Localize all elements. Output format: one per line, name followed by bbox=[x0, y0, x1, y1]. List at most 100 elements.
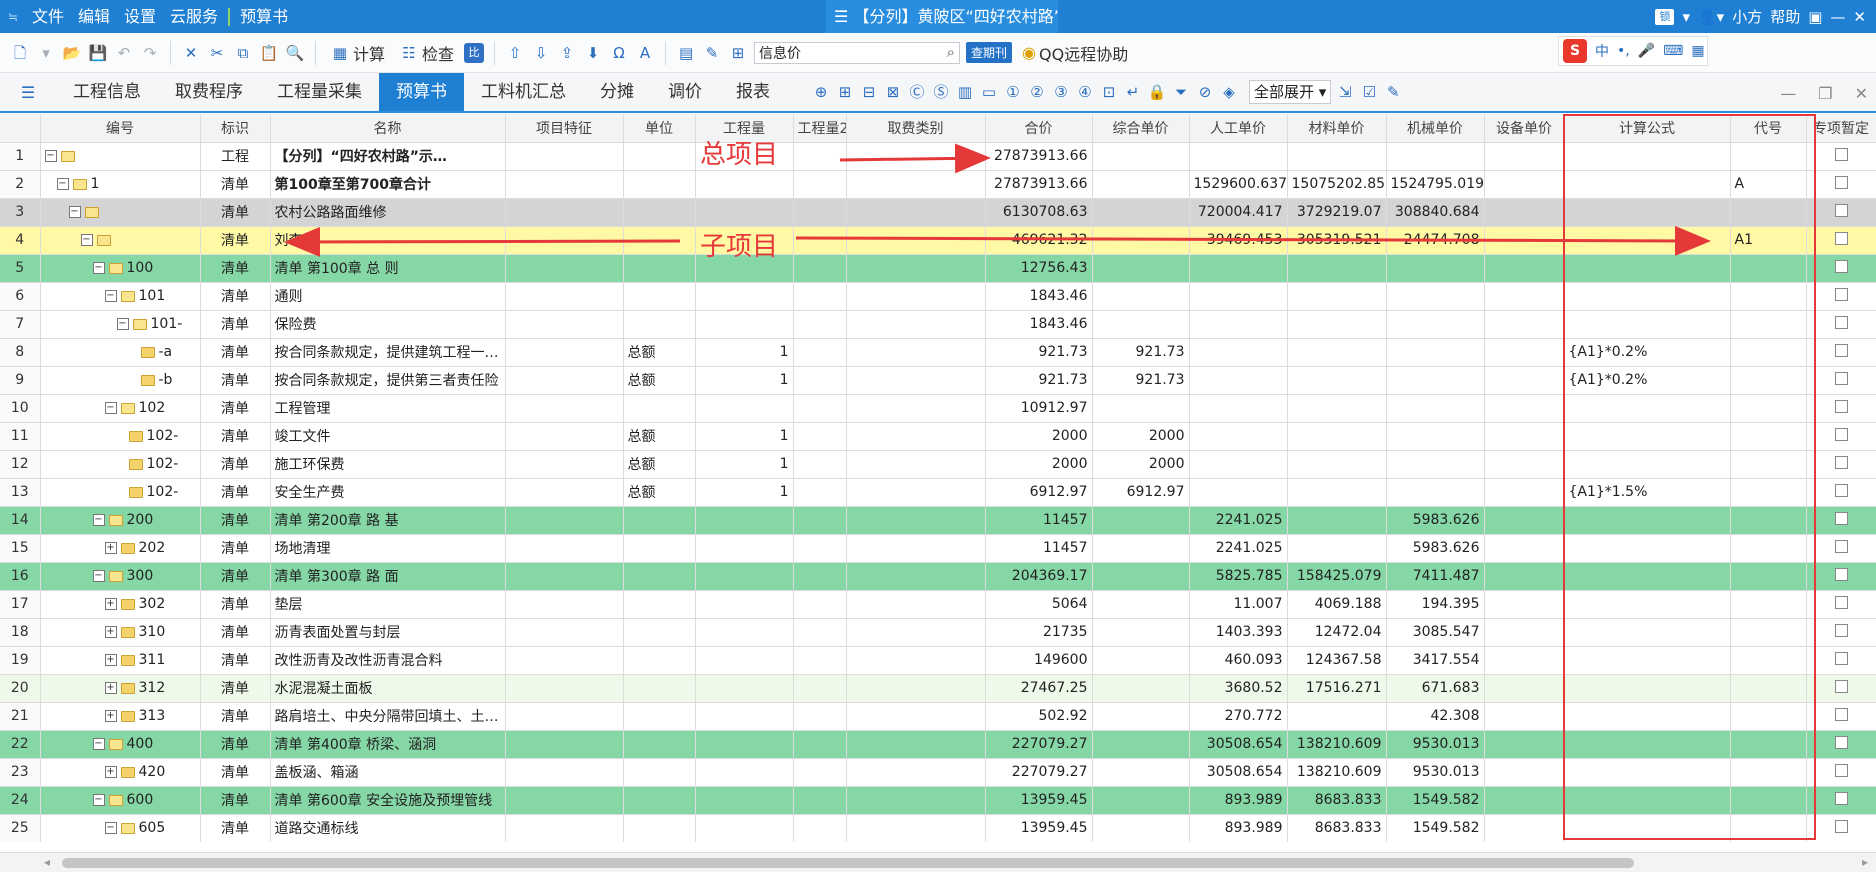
cell-material[interactable]: 4069.188 bbox=[1287, 590, 1387, 619]
cell-name[interactable]: 第100章至第700章合计 bbox=[270, 170, 506, 199]
column-header-alias[interactable]: 代号 bbox=[1730, 114, 1807, 143]
cell-feature[interactable] bbox=[505, 254, 624, 283]
cell-machine[interactable] bbox=[1386, 422, 1485, 451]
cell-alias[interactable] bbox=[1730, 282, 1807, 311]
lock-icon[interactable]: 🔒 bbox=[1147, 82, 1167, 102]
cell-flag[interactable]: 清单 bbox=[200, 198, 271, 227]
cell-special[interactable] bbox=[1806, 646, 1876, 675]
cell-code[interactable]: −1 bbox=[40, 170, 201, 199]
cell-qty[interactable] bbox=[695, 282, 794, 311]
tab-fee-procedure[interactable]: 取费程序 bbox=[158, 73, 260, 111]
cell-qty2[interactable] bbox=[793, 450, 847, 479]
cell-fee[interactable] bbox=[846, 310, 986, 339]
cell-qty[interactable] bbox=[695, 590, 794, 619]
cell-unit-price[interactable]: 921.73 bbox=[1092, 366, 1190, 395]
cell-name[interactable]: 竣工文件 bbox=[270, 422, 506, 451]
tab-price-adjust[interactable]: 调价 bbox=[651, 73, 719, 111]
cell-flag[interactable]: 清单 bbox=[200, 618, 271, 647]
cell-material[interactable] bbox=[1287, 450, 1387, 479]
cell-labor[interactable] bbox=[1189, 338, 1288, 367]
cell-total[interactable]: 12756.43 bbox=[985, 254, 1093, 283]
table-row[interactable]: 2−1 清单 第100章至第700章合计 27873913.66 1529600.637… bbox=[0, 170, 1876, 199]
cell-qty2[interactable] bbox=[793, 562, 847, 591]
cell-equip[interactable] bbox=[1484, 730, 1565, 759]
cell-feature[interactable] bbox=[505, 422, 624, 451]
cell-qty[interactable]: 1 bbox=[695, 478, 794, 507]
cell-material[interactable]: 138210.609 bbox=[1287, 758, 1387, 787]
cell-labor[interactable]: 720004.417 bbox=[1189, 198, 1288, 227]
cell-name[interactable]: 保险费 bbox=[270, 310, 506, 339]
search-icon[interactable]: ⌕ bbox=[947, 43, 955, 61]
punctuation-icon[interactable]: •, bbox=[1617, 43, 1630, 59]
cell-fee[interactable] bbox=[846, 226, 986, 255]
chevron-down-icon[interactable]: ▾ bbox=[1682, 8, 1690, 26]
cell-special[interactable] bbox=[1806, 618, 1876, 647]
table-row[interactable]: 15 +202 清单 场地清理 11457 2241.025 5983.626 bbox=[0, 534, 1876, 563]
cell-alias[interactable] bbox=[1730, 646, 1807, 675]
expand-icon[interactable]: + bbox=[104, 598, 117, 610]
cell-labor[interactable] bbox=[1189, 394, 1288, 423]
cell-machine[interactable] bbox=[1386, 394, 1485, 423]
cell-name[interactable]: 按合同条款规定，提供建筑工程一… bbox=[270, 338, 506, 367]
column-header-flag[interactable]: 标识 bbox=[200, 114, 271, 143]
row-number[interactable]: 20 bbox=[0, 674, 41, 703]
grid-icon[interactable]: ⊞ bbox=[728, 43, 748, 63]
table-row[interactable]: 21 +313 清单 路肩培土、中央分隔带回填土、土… 502.92 270.772 42.… bbox=[0, 702, 1876, 731]
scrollbar-thumb[interactable] bbox=[62, 858, 1634, 868]
column-header-feature[interactable]: 项目特征 bbox=[505, 114, 624, 143]
cell-feature[interactable] bbox=[505, 786, 624, 815]
cell-qty[interactable] bbox=[695, 786, 794, 815]
cell-unit[interactable] bbox=[623, 730, 696, 759]
special-checkbox[interactable] bbox=[1834, 791, 1848, 805]
cell-machine[interactable]: 9530.013 bbox=[1386, 758, 1485, 787]
cell-special[interactable] bbox=[1806, 758, 1876, 787]
row-number[interactable]: 25 bbox=[0, 814, 41, 842]
cell-equip[interactable] bbox=[1484, 170, 1565, 199]
cell-fee[interactable] bbox=[846, 478, 986, 507]
cell-unit-price[interactable] bbox=[1092, 730, 1190, 759]
font-icon[interactable]: A bbox=[635, 43, 655, 63]
cell-alias[interactable] bbox=[1730, 198, 1807, 227]
cell-fee[interactable] bbox=[846, 618, 986, 647]
cell-alias[interactable] bbox=[1730, 450, 1807, 479]
row-number[interactable]: 14 bbox=[0, 506, 41, 535]
cell-machine[interactable] bbox=[1386, 478, 1485, 507]
row-number[interactable]: 5 bbox=[0, 254, 41, 283]
account-chip[interactable]: 锁 bbox=[1655, 8, 1675, 25]
cell-feature[interactable] bbox=[505, 142, 624, 171]
collapse-icon[interactable]: − bbox=[116, 318, 129, 330]
cell-special[interactable] bbox=[1806, 786, 1876, 815]
cell-name[interactable]: 清单 第200章 路 基 bbox=[270, 506, 506, 535]
user-icon[interactable]: 👤▾ bbox=[1698, 8, 1724, 26]
cell-equip[interactable] bbox=[1484, 254, 1565, 283]
cell-labor[interactable] bbox=[1189, 366, 1288, 395]
cell-qty2[interactable] bbox=[793, 226, 847, 255]
cell-feature[interactable] bbox=[505, 226, 624, 255]
cell-machine[interactable] bbox=[1386, 282, 1485, 311]
cell-material[interactable] bbox=[1287, 422, 1387, 451]
special-checkbox[interactable] bbox=[1834, 539, 1848, 553]
cell-equip[interactable] bbox=[1484, 394, 1565, 423]
cell-unit-price[interactable] bbox=[1092, 254, 1190, 283]
cell-machine[interactable]: 5983.626 bbox=[1386, 534, 1485, 563]
window-title[interactable]: ☰ 【分列】黄陂区“四好农村路” ▾ bbox=[826, 0, 1058, 33]
define-icon[interactable]: ⊠ bbox=[883, 82, 903, 102]
cell-labor[interactable]: 893.989 bbox=[1189, 786, 1288, 815]
cell-material[interactable] bbox=[1287, 338, 1387, 367]
cell-formula[interactable] bbox=[1564, 450, 1731, 479]
cell-feature[interactable] bbox=[505, 450, 624, 479]
replace-icon[interactable]: ⊟ bbox=[859, 82, 879, 102]
cell-feature[interactable] bbox=[505, 282, 624, 311]
cell-feature[interactable] bbox=[505, 394, 624, 423]
collapse-icon[interactable]: − bbox=[104, 822, 117, 834]
cell-special[interactable] bbox=[1806, 702, 1876, 731]
cell-special[interactable] bbox=[1806, 506, 1876, 535]
cell-special[interactable] bbox=[1806, 450, 1876, 479]
cell-formula[interactable] bbox=[1564, 534, 1731, 563]
move-down-icon[interactable]: ⇩ bbox=[531, 43, 551, 63]
cell-fee[interactable] bbox=[846, 338, 986, 367]
cell-code[interactable]: 102- bbox=[40, 422, 201, 451]
cell-formula[interactable]: {A1}*0.2% bbox=[1564, 366, 1731, 395]
cell-code[interactable]: − 400 bbox=[40, 730, 201, 759]
cell-machine[interactable]: 1549.582 bbox=[1386, 814, 1485, 842]
